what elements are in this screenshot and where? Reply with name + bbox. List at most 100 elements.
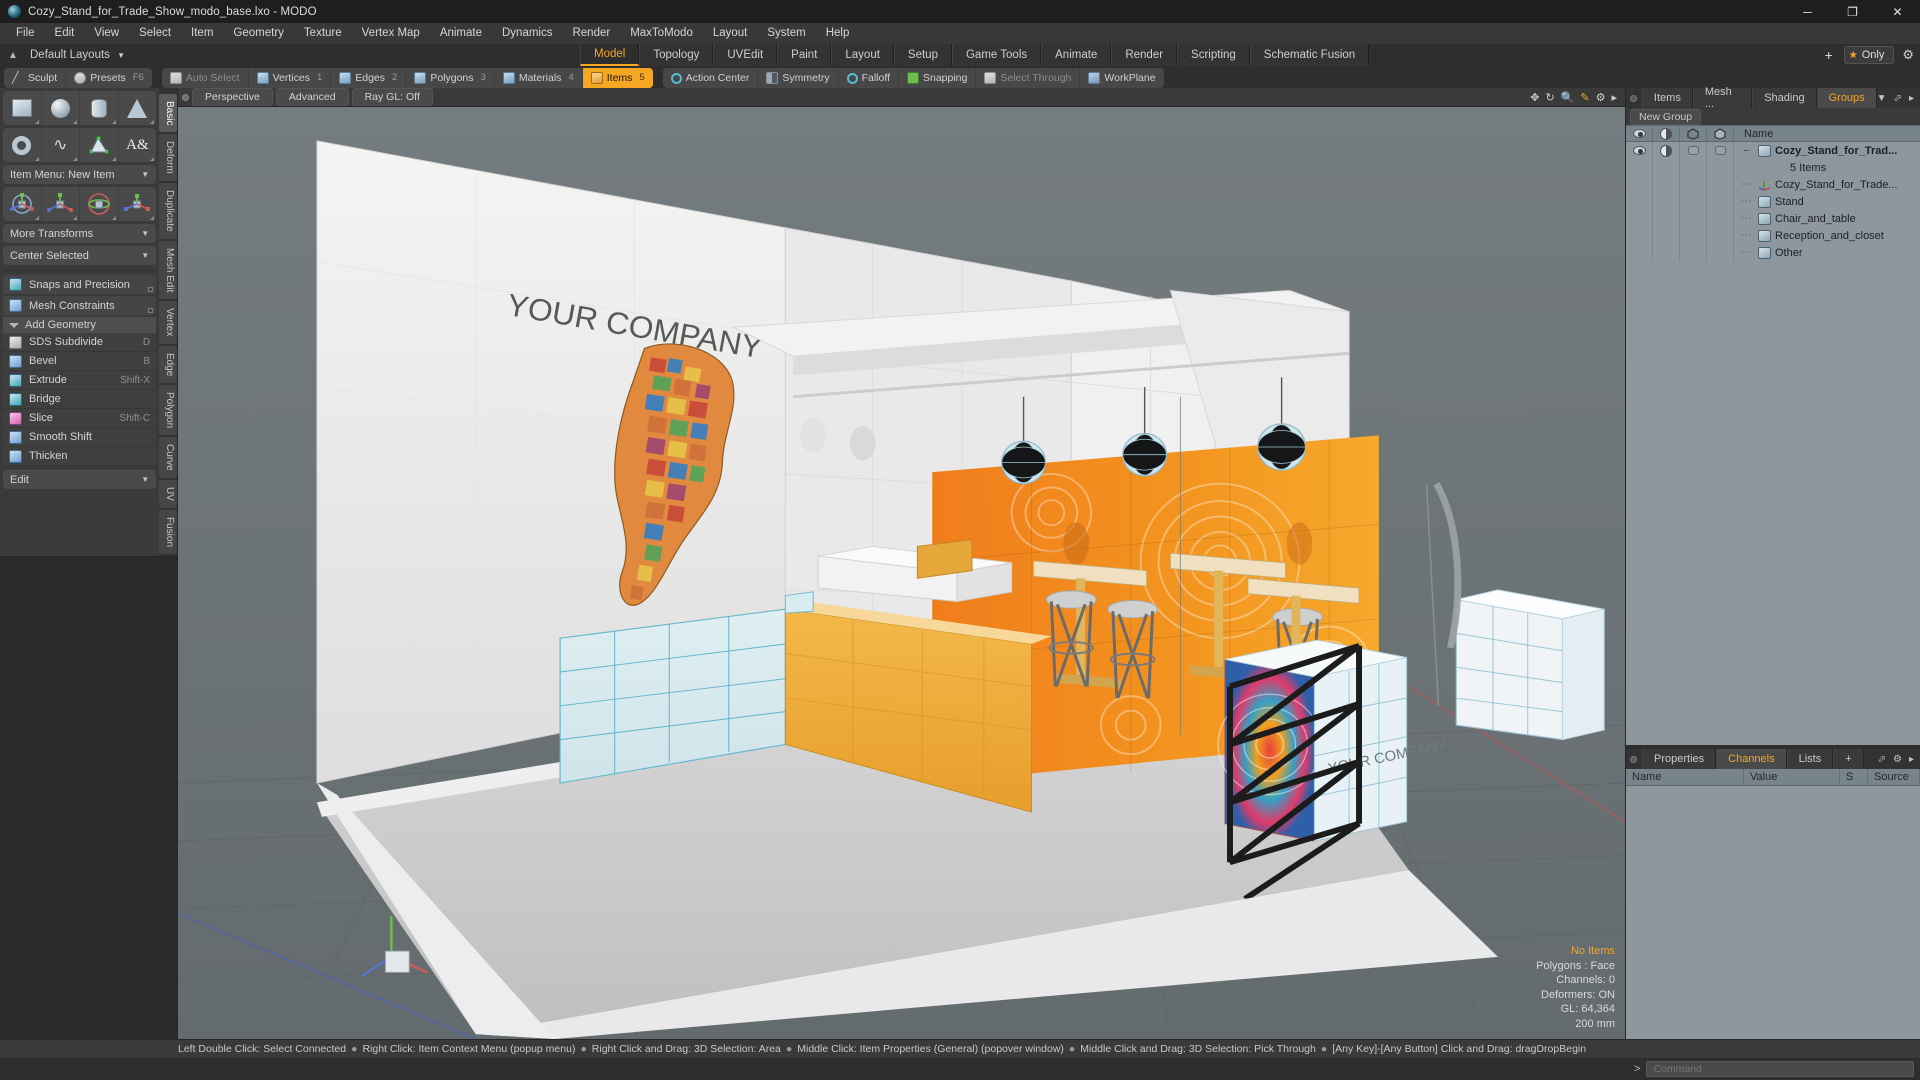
mode-button-auto-select[interactable]: Auto Select: [162, 68, 249, 88]
layout-tab-uvedit[interactable]: UVEdit: [713, 44, 778, 66]
right-tab-mesh[interactable]: Mesh ...: [1692, 86, 1753, 110]
geometry-item-slice[interactable]: Slice Shift-C: [3, 409, 157, 428]
viewport-menu-dot[interactable]: [182, 93, 189, 101]
channel-column-name[interactable]: Name: [1626, 769, 1744, 785]
mode-button-materials[interactable]: Materials 4: [495, 68, 583, 88]
mode-button-action-center[interactable]: Action Center: [663, 68, 759, 88]
tree-cell[interactable]: [1626, 176, 1653, 193]
menu-item-render[interactable]: Render: [562, 23, 620, 44]
tree-cell[interactable]: [1626, 244, 1653, 261]
tree-item-name-cell[interactable]: ⋯ Cozy_Stand_for_Trade...: [1734, 179, 1920, 191]
eye-toggle[interactable]: [1626, 142, 1653, 159]
tree-cell[interactable]: [1707, 227, 1734, 244]
left-vtab-uv[interactable]: UV: [159, 479, 177, 508]
mesh-constraints-row[interactable]: Mesh Constraints: [3, 296, 157, 315]
mode-button-symmetry[interactable]: Symmetry: [758, 68, 839, 88]
move-view-icon[interactable]: ✥: [1530, 91, 1539, 104]
tree-cell[interactable]: [1626, 210, 1653, 227]
maximize-button[interactable]: ❐: [1830, 0, 1875, 23]
left-vtab-curve[interactable]: Curve: [159, 437, 177, 478]
layout-tab-schematic-fusion[interactable]: Schematic Fusion: [1249, 44, 1370, 66]
geometry-item-smooth-shift[interactable]: Smooth Shift: [3, 428, 157, 447]
shade-toggle[interactable]: [1653, 142, 1680, 159]
expand-icon[interactable]: [148, 287, 154, 292]
tree-cell[interactable]: [1680, 176, 1707, 193]
add-layout-tab-button[interactable]: +: [1814, 44, 1844, 66]
menu-item-maxtomodo[interactable]: MaxToModo: [620, 23, 703, 44]
mode-button-presets[interactable]: Presets F6: [66, 68, 152, 88]
lower-tab-properties[interactable]: Properties: [1642, 749, 1717, 769]
mode-button-falloff[interactable]: Falloff: [839, 68, 899, 88]
cone-tool[interactable]: [119, 91, 157, 125]
right-tab-items[interactable]: Items: [1641, 88, 1693, 108]
center-selected-dropdown[interactable]: Center Selected ▼: [3, 246, 157, 265]
geometry-item-bridge[interactable]: Bridge: [3, 390, 157, 409]
item-menu-dropdown[interactable]: Item Menu: New Item ▼: [3, 165, 157, 184]
tree-cell[interactable]: [1707, 176, 1734, 193]
expand-icon[interactable]: ⬀: [1878, 754, 1886, 765]
layout-tab-render[interactable]: Render: [1111, 44, 1178, 66]
edit-view-icon[interactable]: ✎: [1580, 91, 1589, 104]
channel-column-source[interactable]: Source: [1868, 769, 1920, 785]
menu-item-file[interactable]: File: [6, 23, 45, 44]
mode-button-workplane[interactable]: WorkPlane: [1080, 68, 1163, 88]
mode-button-snapping[interactable]: Snapping: [899, 68, 977, 88]
gear-icon[interactable]: ⚙: [1596, 91, 1606, 104]
left-vtab-duplicate[interactable]: Duplicate: [159, 183, 177, 239]
mode-button-select-through[interactable]: Select Through: [976, 68, 1081, 88]
tree-cell[interactable]: [1707, 193, 1734, 210]
cylinder-tool[interactable]: [80, 91, 119, 125]
layout-tab-scripting[interactable]: Scripting: [1177, 44, 1250, 66]
viewport-advanced-dropdown[interactable]: Advanced: [275, 88, 349, 106]
left-vtab-edge[interactable]: Edge: [159, 345, 177, 384]
layout-tab-setup[interactable]: Setup: [893, 44, 952, 66]
tree-cell[interactable]: [1707, 244, 1734, 261]
chevron-down-icon[interactable]: ▼: [1877, 93, 1887, 104]
more-transforms-dropdown[interactable]: More Transforms ▼: [3, 224, 157, 243]
curve-tool[interactable]: ∿: [42, 128, 81, 162]
tree-cell[interactable]: [1680, 227, 1707, 244]
tree-cell[interactable]: [1626, 193, 1653, 210]
add-lower-tab-button[interactable]: +: [1833, 749, 1864, 769]
menu-item-animate[interactable]: Animate: [430, 23, 492, 44]
torus-tool[interactable]: [3, 128, 42, 162]
tree-item-name-cell[interactable]: ⋯ Reception_and_closet: [1734, 229, 1920, 242]
layout-tab-game-tools[interactable]: Game Tools: [951, 44, 1042, 66]
layout-up-icon[interactable]: ▲: [4, 50, 22, 61]
arrow-right-icon[interactable]: ▸: [1611, 91, 1617, 104]
arrow-right-icon[interactable]: ▸: [1909, 93, 1914, 104]
menu-item-texture[interactable]: Texture: [294, 23, 352, 44]
right-tab-groups[interactable]: Groups: [1816, 88, 1877, 108]
tree-row[interactable]: ⋯ Chair_and_table: [1626, 210, 1920, 227]
tree-row[interactable]: ⋯ Stand: [1626, 193, 1920, 210]
tree-cell[interactable]: [1653, 193, 1680, 210]
polygon-tool[interactable]: [80, 128, 119, 162]
right-tab-shading[interactable]: Shading: [1752, 88, 1817, 108]
mode-button-edges[interactable]: Edges 2: [331, 68, 407, 88]
menu-item-view[interactable]: View: [84, 23, 129, 44]
tree-cell[interactable]: [1707, 210, 1734, 227]
lower-tab-lists[interactable]: Lists: [1786, 749, 1834, 769]
tree-row[interactable]: – Cozy_Stand_for_Trad...: [1626, 142, 1920, 159]
menu-item-item[interactable]: Item: [181, 23, 223, 44]
channel-column-s[interactable]: S: [1840, 769, 1868, 785]
tree-cell[interactable]: [1653, 176, 1680, 193]
minimize-button[interactable]: ─: [1785, 0, 1830, 23]
text-tool[interactable]: A&: [119, 128, 157, 162]
lock-toggle[interactable]: [1707, 142, 1734, 159]
tree-cell[interactable]: [1653, 210, 1680, 227]
viewport-perspective-dropdown[interactable]: Perspective: [192, 88, 273, 106]
panel-menu-dot[interactable]: [1630, 94, 1637, 102]
rotate-view-icon[interactable]: ↻: [1545, 91, 1554, 104]
snaps-and-precision-row[interactable]: Snaps and Precision: [3, 275, 157, 294]
tree-item-name-cell[interactable]: ⋯ Chair_and_table: [1734, 212, 1920, 225]
tree-cell[interactable]: [1626, 227, 1653, 244]
left-vtab-mesh edit[interactable]: Mesh Edit: [159, 240, 177, 300]
left-vtab-polygon[interactable]: Polygon: [159, 385, 177, 436]
tree-cell[interactable]: [1653, 244, 1680, 261]
geometry-item-thicken[interactable]: Thicken: [3, 447, 157, 466]
tree-item-name-cell[interactable]: ⋯ Other: [1734, 246, 1920, 259]
mode-button-items[interactable]: Items 5: [582, 68, 653, 88]
tree-item-name-cell[interactable]: – Cozy_Stand_for_Trad...: [1734, 144, 1920, 157]
left-vtab-basic[interactable]: Basic: [159, 94, 177, 133]
